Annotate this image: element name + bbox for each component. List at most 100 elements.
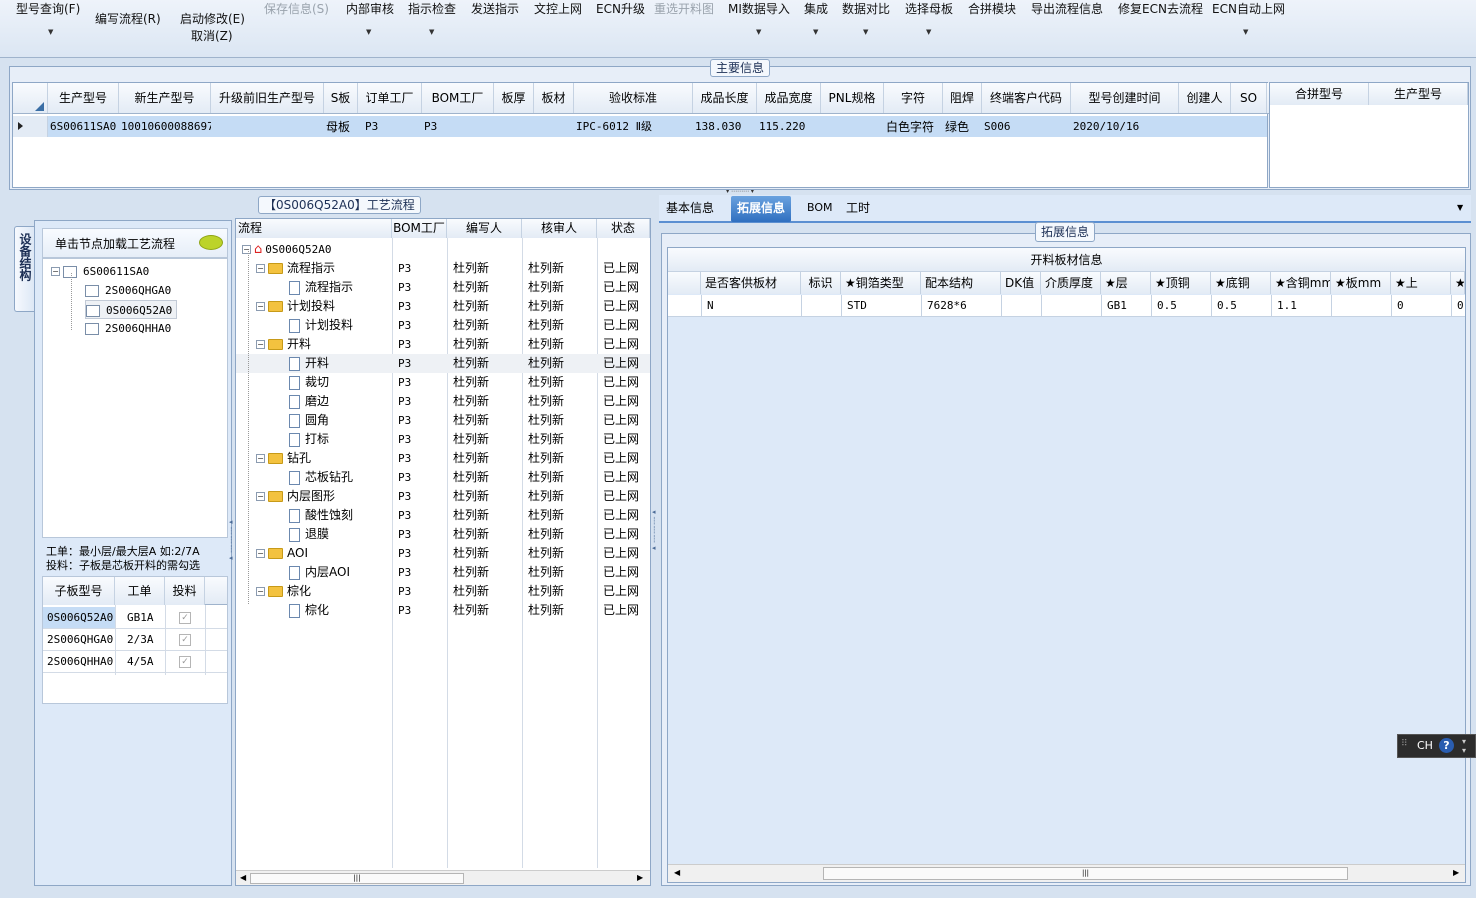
cell-created-time[interactable]: 2020/10/16	[1071, 117, 1179, 137]
process-node[interactable]: 裁切	[289, 373, 329, 392]
process-reviewer-cell[interactable]: 杜列新	[528, 335, 564, 354]
process-factory-cell[interactable]: P3	[398, 582, 411, 601]
process-status-cell[interactable]: 已上网	[603, 544, 639, 563]
cell-customer-code[interactable]: S006	[982, 117, 1071, 137]
chevron-down-icon[interactable]: ▼	[926, 28, 931, 36]
process-reviewer-cell[interactable]: 杜列新	[528, 259, 564, 278]
toolbar-reselect-cutting-button[interactable]: 重选开料图	[654, 0, 714, 17]
ext-cell[interactable]: GB1	[1105, 296, 1151, 316]
process-reviewer-cell[interactable]: 杜列新	[528, 525, 564, 544]
cell-order-factory[interactable]: P3	[363, 117, 423, 137]
process-writer-cell[interactable]: 杜列新	[453, 449, 489, 468]
col-header[interactable]: 型号创建时间	[1071, 83, 1179, 113]
process-reviewer-cell[interactable]: 杜列新	[528, 506, 564, 525]
process-writer-cell[interactable]: 杜列新	[453, 544, 489, 563]
col-header[interactable]: 是否客供板材	[701, 272, 801, 294]
process-factory-cell[interactable]: P3	[398, 487, 411, 506]
process-node[interactable]: 棕化	[289, 601, 329, 620]
process-reviewer-cell[interactable]: 杜列新	[528, 297, 564, 316]
scroll-right-icon[interactable]: ▶	[637, 873, 643, 882]
process-reviewer-cell[interactable]: 杜列新	[528, 487, 564, 506]
toolbar-ecn-auto-online-button[interactable]: ECN自动上网	[1212, 0, 1285, 17]
process-reviewer-cell[interactable]: 杜列新	[528, 430, 564, 449]
process-status-cell[interactable]: 已上网	[603, 582, 639, 601]
process-row[interactable]: 芯板钻孔 P3 杜列新 杜列新 已上网	[236, 468, 650, 487]
ime-options-icon[interactable]: ▾ ▾	[1462, 737, 1466, 755]
col-header[interactable]: ★含铜mm	[1271, 272, 1331, 294]
col-header[interactable]: 工单	[115, 577, 165, 605]
col-header[interactable]: PNL规格	[821, 83, 884, 113]
cell-solder-mask[interactable]: 绿色	[943, 117, 982, 137]
collapse-icon[interactable]: −	[256, 587, 265, 596]
process-writer-cell[interactable]: 杜列新	[453, 259, 489, 278]
col-header[interactable]: 终端客户代码	[982, 83, 1071, 113]
process-reviewer-cell[interactable]: 杜列新	[528, 411, 564, 430]
chevron-down-icon[interactable]: ▼	[756, 28, 761, 36]
col-header[interactable]: 成品长度	[693, 83, 757, 113]
process-status-cell[interactable]: 已上网	[603, 601, 639, 620]
process-reviewer-cell[interactable]: 杜列新	[528, 392, 564, 411]
process-status-cell[interactable]: 已上网	[603, 506, 639, 525]
process-status-cell[interactable]: 已上网	[603, 487, 639, 506]
toolbar-integrate-button[interactable]: 集成	[804, 0, 828, 17]
process-writer-cell[interactable]: 杜列新	[453, 354, 489, 373]
col-header[interactable]: 编写人	[447, 219, 522, 238]
col-header[interactable]: 验收标准	[574, 83, 693, 113]
collapse-icon[interactable]: −	[242, 245, 251, 254]
process-status-cell[interactable]: 已上网	[603, 449, 639, 468]
toolbar-select-mother-board-button[interactable]: 选择母板	[905, 0, 953, 17]
col-header[interactable]: 订单工厂	[358, 83, 422, 113]
process-factory-cell[interactable]: P3	[398, 506, 411, 525]
sub-order-cell[interactable]: GB1A	[125, 608, 165, 628]
toolbar-mi-import-button[interactable]: MI数据导入	[728, 0, 790, 17]
process-writer-cell[interactable]: 杜列新	[453, 373, 489, 392]
process-reviewer-cell[interactable]: 杜列新	[528, 563, 564, 582]
process-row[interactable]: 裁切 P3 杜列新 杜列新 已上网	[236, 373, 650, 392]
process-node[interactable]: − 棕化	[256, 582, 311, 601]
toolbar-doc-online-button[interactable]: 文控上网	[534, 0, 582, 17]
checkbox[interactable]	[86, 304, 100, 317]
process-row[interactable]: 开料 P3 杜列新 杜列新 已上网	[236, 354, 650, 373]
ext-cell[interactable]: 0	[1395, 296, 1451, 316]
process-status-cell[interactable]: 已上网	[603, 316, 639, 335]
process-row[interactable]: − 钻孔 P3 杜列新 杜列新 已上网	[236, 449, 650, 468]
process-writer-cell[interactable]: 杜列新	[453, 601, 489, 620]
process-factory-cell[interactable]: P3	[398, 259, 411, 278]
splitter-arrows[interactable]: ◂ ┆ ┆ ┆ ◂	[229, 518, 233, 563]
process-row[interactable]: − AOI P3 杜列新 杜列新 已上网	[236, 544, 650, 563]
process-row[interactable]: 棕化 P3 杜列新 杜列新 已上网	[236, 601, 650, 620]
process-reviewer-cell[interactable]: 杜列新	[528, 354, 564, 373]
tab-work-hours[interactable]: 工时	[840, 196, 876, 222]
process-writer-cell[interactable]: 杜列新	[453, 278, 489, 297]
col-header[interactable]: 板材	[534, 83, 574, 113]
chevron-down-icon[interactable]: ▼	[1243, 28, 1248, 36]
chevron-down-icon[interactable]: ▼	[863, 28, 868, 36]
process-reviewer-cell[interactable]: 杜列新	[528, 544, 564, 563]
process-status-cell[interactable]: 已上网	[603, 430, 639, 449]
process-row[interactable]: 流程指示 P3 杜列新 杜列新 已上网	[236, 278, 650, 297]
scroll-left-icon[interactable]: ◀	[240, 873, 246, 882]
tab-device-structure[interactable]: 设备结构	[14, 226, 35, 312]
cell-width[interactable]: 115.220	[757, 117, 821, 137]
col-header[interactable]: BOM工厂	[392, 219, 447, 238]
col-header[interactable]: 生产型号	[1369, 83, 1468, 105]
ext-cell[interactable]: 0.5	[1155, 296, 1211, 316]
sub-order-cell[interactable]: 4/5A	[125, 652, 165, 672]
tree-node-child-selected[interactable]: 0S006Q52A0	[85, 300, 178, 319]
process-status-cell[interactable]: 已上网	[603, 468, 639, 487]
ext-cell[interactable]: 7628*6	[925, 296, 1001, 316]
process-node[interactable]: 打标	[289, 430, 329, 449]
process-factory-cell[interactable]: P3	[398, 335, 411, 354]
col-header[interactable]: ★铜箔类型	[841, 272, 921, 294]
process-writer-cell[interactable]: 杜列新	[453, 411, 489, 430]
process-status-cell[interactable]: 已上网	[603, 411, 639, 430]
toolbar-start-modify-button[interactable]: 启动修改(E)	[180, 10, 245, 27]
process-writer-cell[interactable]: 杜列新	[453, 582, 489, 601]
col-header[interactable]: S板	[324, 83, 358, 113]
cell-model[interactable]: 6S00611SA0	[48, 117, 119, 137]
toolbar-ecn-upgrade-button[interactable]: ECN升级	[596, 0, 645, 17]
collapse-icon[interactable]: −	[256, 454, 265, 463]
feed-checkbox[interactable]: ✓	[179, 634, 191, 646]
process-reviewer-cell[interactable]: 杜列新	[528, 373, 564, 392]
collapse-icon[interactable]: −	[256, 492, 265, 501]
